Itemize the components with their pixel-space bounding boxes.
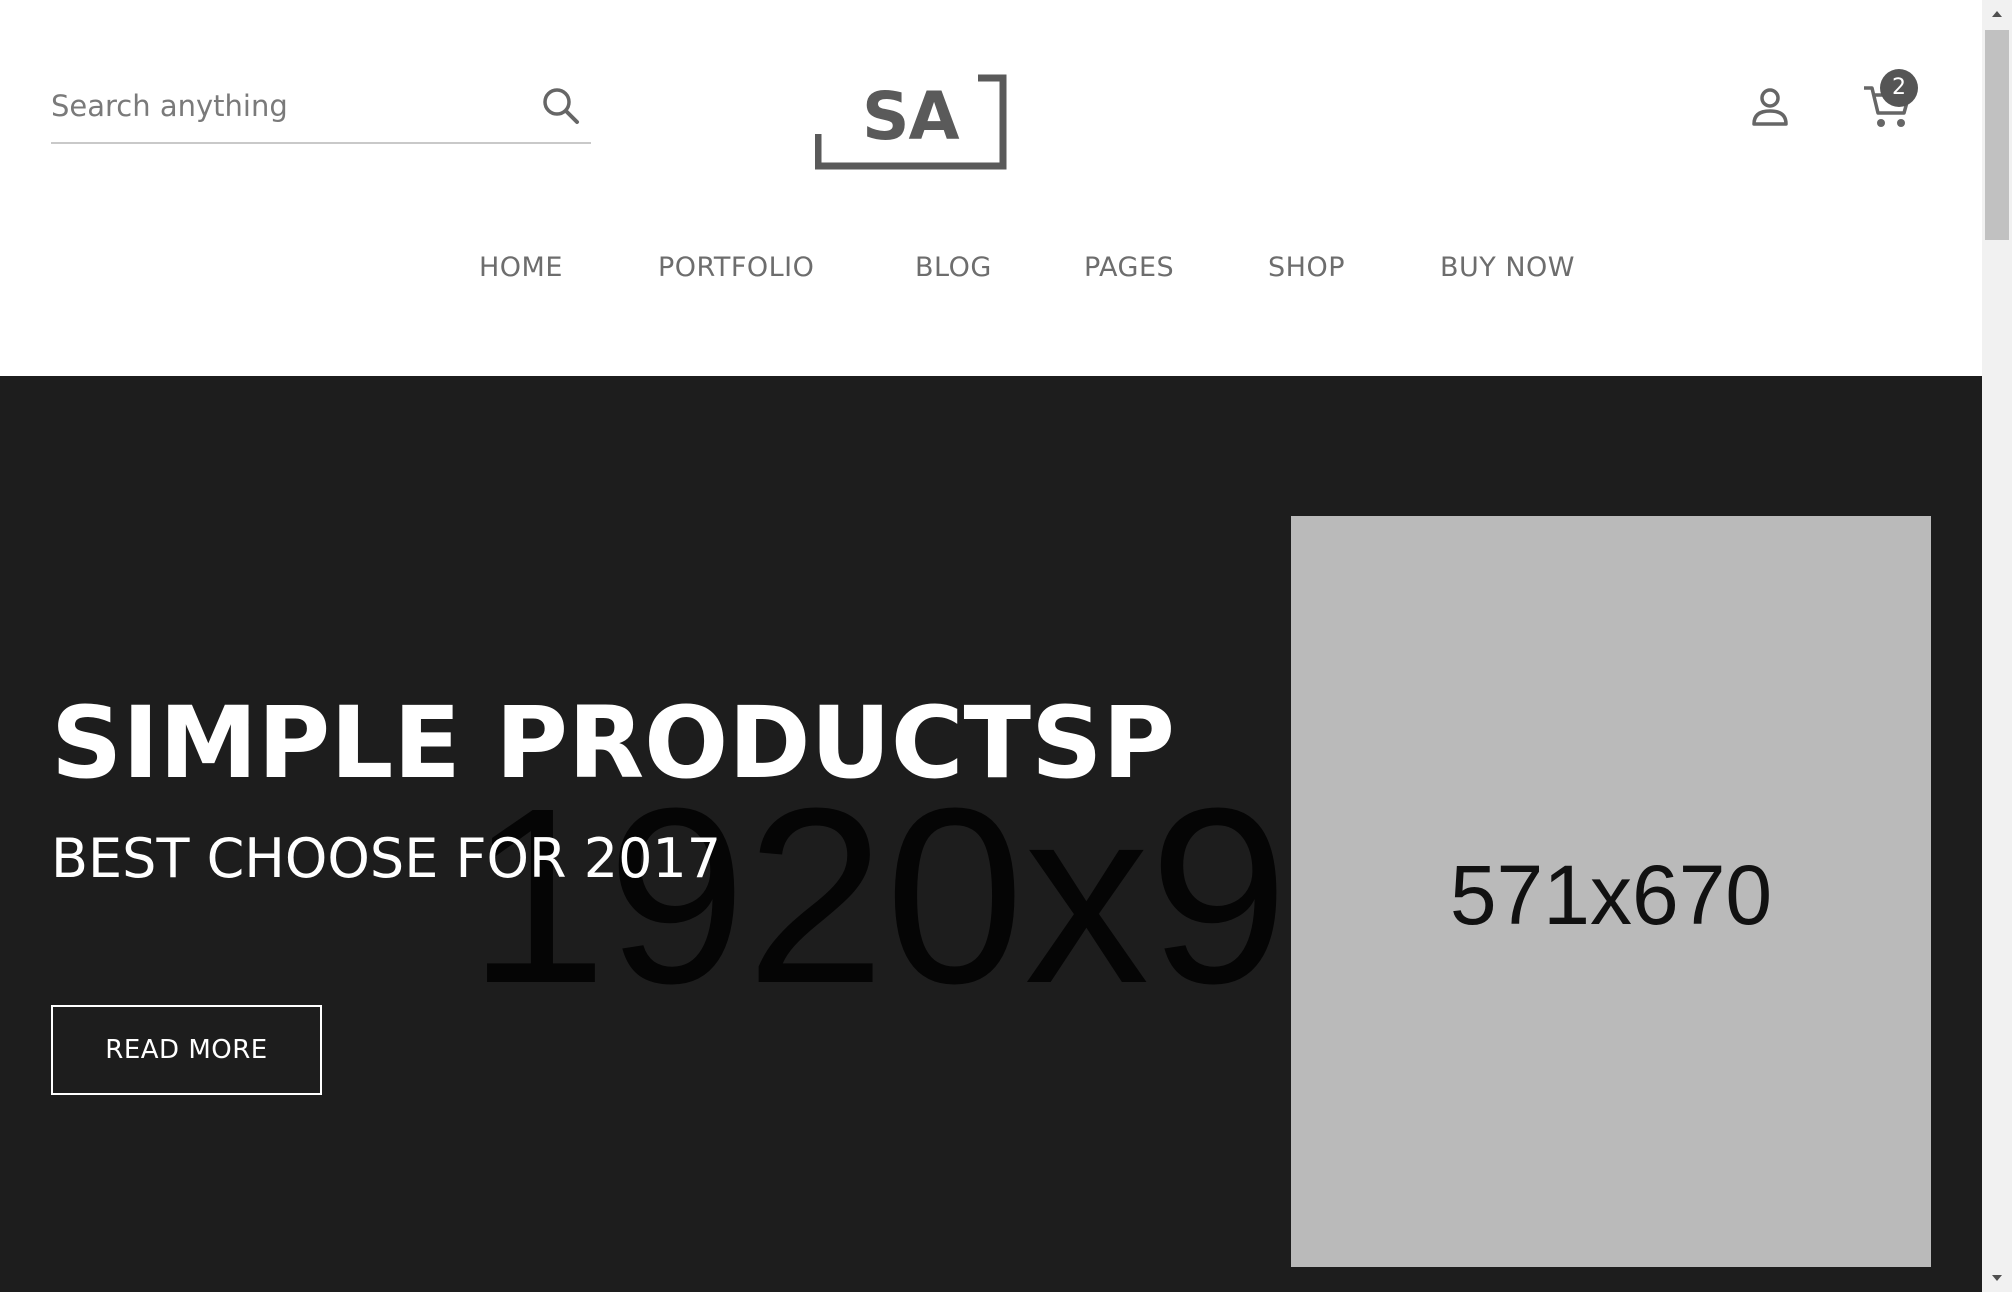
main-nav: HOME PORTFOLIO BLOG PAGES SHOP BUY NOW xyxy=(0,252,1982,296)
hero-subtitle: BEST CHOOSE FOR 2017 xyxy=(51,827,722,890)
hero-slider: 1920x90 SIMPLE PRODUCTSP BEST CHOOSE FOR… xyxy=(0,376,1982,1292)
nav-item-shop[interactable]: SHOP xyxy=(1268,252,1345,283)
arrow-up-icon[interactable] xyxy=(1982,0,2012,28)
image-placeholder-label: 571x670 xyxy=(1449,848,1773,942)
nav-item-home[interactable]: HOME xyxy=(479,252,563,283)
scrollbar-thumb[interactable] xyxy=(1985,30,2009,240)
site-logo[interactable]: SA xyxy=(815,74,1010,172)
search-input[interactable] xyxy=(51,84,511,128)
page: SA 2 HOME PORTFOLIO BLOG PAGES SHOP BUY … xyxy=(0,0,1982,1292)
search-bar xyxy=(51,70,591,144)
nav-item-pages[interactable]: PAGES xyxy=(1084,252,1174,283)
site-header: SA 2 HOME PORTFOLIO BLOG PAGES SHOP BUY … xyxy=(0,0,1982,376)
vertical-scrollbar[interactable] xyxy=(1982,0,2012,1292)
hero-title: SIMPLE PRODUCTSP xyxy=(51,686,1175,801)
hero-product-image: 571x670 xyxy=(1291,516,1931,1267)
nav-item-buy-now[interactable]: BUY NOW xyxy=(1440,252,1575,283)
logo-text: SA xyxy=(862,78,960,155)
hero-background-placeholder: 1920x90 xyxy=(468,771,1290,1021)
read-more-button[interactable]: READ MORE xyxy=(51,1005,322,1095)
user-icon[interactable] xyxy=(1747,84,1793,130)
arrow-down-icon[interactable] xyxy=(1982,1264,2012,1292)
search-icon[interactable] xyxy=(539,84,583,128)
nav-item-portfolio[interactable]: PORTFOLIO xyxy=(658,252,814,283)
nav-item-blog[interactable]: BLOG xyxy=(915,252,992,283)
cart-count-badge: 2 xyxy=(1880,69,1918,107)
